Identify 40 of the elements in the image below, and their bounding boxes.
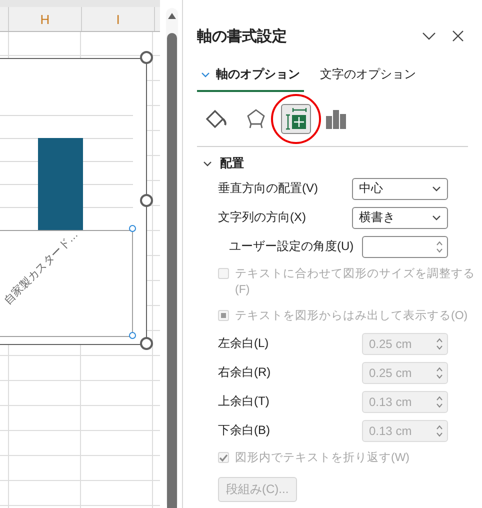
- spinner-arrows-icon: [436, 394, 443, 408]
- field-label: 垂直方向の配置(V): [218, 180, 318, 197]
- chevron-down-icon: [422, 32, 436, 40]
- checkbox-label: テキストを図形からはみ出して表示する(O): [235, 308, 468, 324]
- chevron-down-icon: [203, 160, 212, 166]
- scroll-up-icon[interactable]: [168, 13, 176, 19]
- tab[interactable]: 文字のオプション: [316, 64, 420, 92]
- field-label: 左余白(L): [218, 335, 269, 352]
- checkbox-label: 図形内でテキストを折り返す(W): [235, 450, 410, 466]
- field-label: 文字列の方向(X): [218, 209, 306, 226]
- close-icon: [452, 30, 464, 42]
- chart-area[interactable]: 自家製カスタード…: [0, 58, 147, 345]
- field-label: 下余白(B): [218, 422, 270, 439]
- spinner-arrows-icon: [436, 366, 443, 380]
- scrollbar-thumb[interactable]: [167, 33, 177, 508]
- dropdown[interactable]: 横書き: [352, 206, 448, 228]
- tab[interactable]: 軸のオプション: [197, 64, 304, 92]
- field-label: 上余白(T): [218, 393, 270, 410]
- size-properties-icon: [285, 108, 307, 130]
- chevron-down-icon: [432, 186, 441, 192]
- axis-label-box[interactable]: [0, 230, 133, 337]
- field-label: 右余白(R): [218, 364, 271, 381]
- paint-bucket-icon: [205, 108, 227, 130]
- axis-label: 自家製カスタード…: [1, 228, 82, 308]
- field-label: ユーザー設定の角度(U): [229, 238, 354, 255]
- chevron-down-icon: [201, 72, 210, 78]
- column-header[interactable]: I: [82, 7, 155, 31]
- category-button[interactable]: [281, 104, 311, 134]
- spinner-field[interactable]: [362, 236, 448, 258]
- spinner-arrows-icon: [436, 424, 443, 438]
- spinner-arrows-icon: [436, 240, 443, 254]
- section-header[interactable]: 配置: [197, 153, 244, 174]
- spinner-arrows-icon: [436, 336, 443, 350]
- column-header[interactable]: H: [9, 7, 82, 31]
- dropdown[interactable]: 中心: [352, 178, 448, 200]
- checkbox-label: テキストに合わせて図形のサイズを調整する(F): [235, 266, 476, 298]
- pane-title: 軸の書式設定: [197, 26, 288, 46]
- bar-chart-icon: [325, 108, 347, 130]
- pentagon-icon: [246, 108, 266, 130]
- chevron-down-icon: [432, 214, 441, 220]
